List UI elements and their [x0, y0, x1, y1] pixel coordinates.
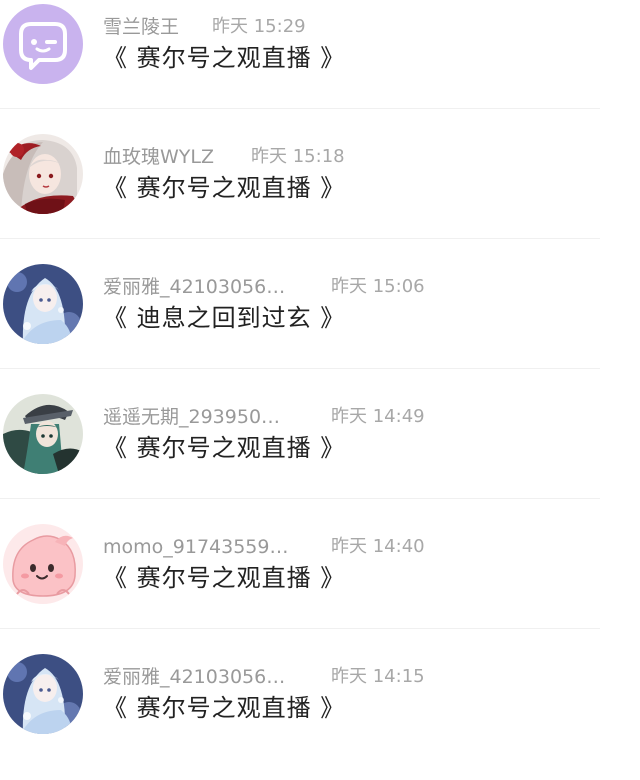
- username[interactable]: 爱丽雅_42103056…: [103, 274, 285, 300]
- message-text: 《 迪息之回到过玄 》: [103, 304, 346, 332]
- username[interactable]: 雪兰陵王: [103, 14, 179, 40]
- username[interactable]: 血玫瑰WYLZ: [103, 144, 214, 170]
- list-item[interactable]: 血玫瑰WYLZ 昨天 15:18 《 赛尔号之观直播 》: [0, 130, 640, 260]
- avatar[interactable]: [3, 264, 83, 344]
- divider: [0, 238, 600, 239]
- timestamp: 昨天 14:49: [331, 406, 425, 427]
- divider: [0, 108, 600, 109]
- avatar[interactable]: [3, 394, 83, 474]
- avatar[interactable]: [3, 524, 83, 604]
- list-item[interactable]: 爱丽雅_42103056… 昨天 15:06 《 迪息之回到过玄 》: [0, 260, 640, 390]
- message-text: 《 赛尔号之观直播 》: [103, 174, 346, 202]
- anime-avatar-blue: [3, 264, 83, 344]
- divider: [0, 368, 600, 369]
- avatar[interactable]: [3, 4, 83, 84]
- message-text: 《 赛尔号之观直播 》: [103, 434, 346, 462]
- timestamp: 昨天 14:40: [331, 536, 425, 557]
- message-text: 《 赛尔号之观直播 》: [103, 564, 346, 592]
- username[interactable]: 遥遥无期_293950…: [103, 404, 280, 430]
- avatar[interactable]: [3, 654, 83, 734]
- anime-avatar-green: [3, 394, 83, 474]
- message-text: 《 赛尔号之观直播 》: [103, 44, 346, 72]
- list-item[interactable]: 遥遥无期_293950… 昨天 14:49 《 赛尔号之观直播 》: [0, 390, 640, 520]
- purple-chat-bubble-icon: [3, 4, 83, 84]
- anime-avatar-red: [3, 134, 83, 214]
- timestamp: 昨天 15:18: [251, 146, 345, 167]
- list-item[interactable]: 爱丽雅_42103056… 昨天 14:15 《 赛尔号之观直播 》: [0, 650, 640, 780]
- list-item[interactable]: momo_91743559… 昨天 14:40 《 赛尔号之观直播 》: [0, 520, 640, 650]
- anime-avatar-blue: [3, 654, 83, 734]
- list-item[interactable]: 雪兰陵王 昨天 15:29 《 赛尔号之观直播 》: [0, 0, 640, 130]
- message-text: 《 赛尔号之观直播 》: [103, 694, 346, 722]
- divider: [0, 628, 600, 629]
- username[interactable]: momo_91743559…: [103, 534, 288, 560]
- avatar[interactable]: [3, 134, 83, 214]
- pink-blob-avatar: [3, 524, 83, 604]
- timestamp: 昨天 15:29: [212, 16, 306, 37]
- username[interactable]: 爱丽雅_42103056…: [103, 664, 285, 690]
- timestamp: 昨天 14:15: [331, 666, 425, 687]
- timestamp: 昨天 15:06: [331, 276, 425, 297]
- divider: [0, 498, 600, 499]
